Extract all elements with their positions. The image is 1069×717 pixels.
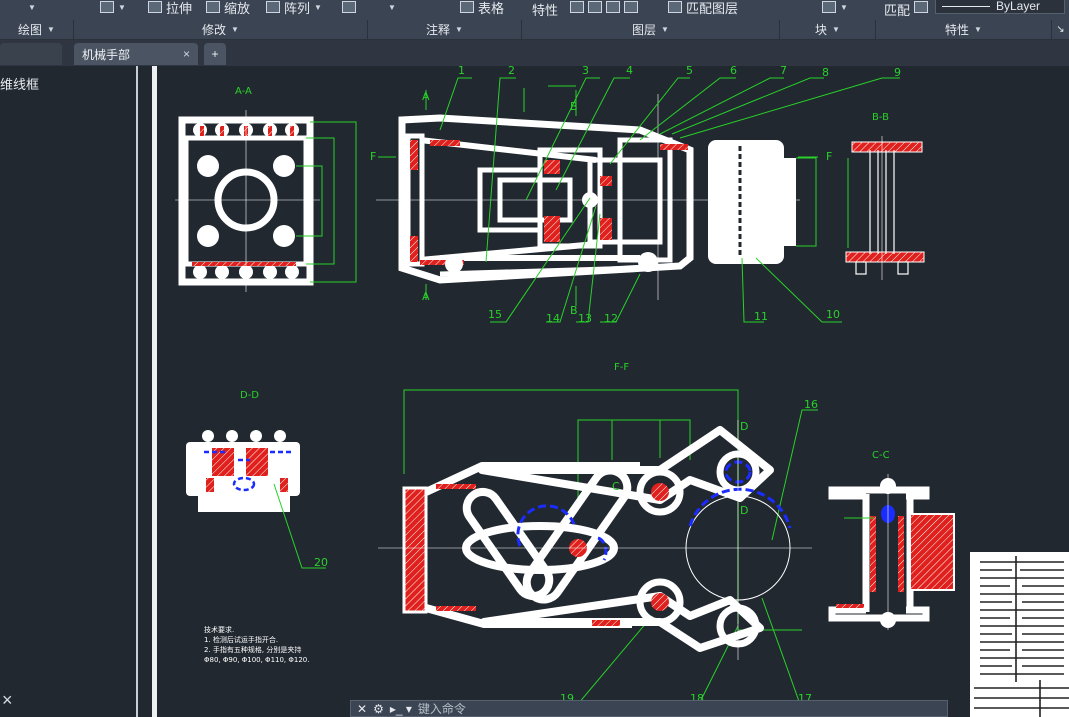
- marker-b-top: B: [570, 100, 578, 113]
- draw-dropdown-caret[interactable]: ▼: [28, 0, 36, 16]
- panel-block[interactable]: 块 ▼: [780, 20, 876, 39]
- command-prompt-icon[interactable]: ▸_ ▾: [390, 702, 412, 716]
- document-tab-bar: 机械手部 × +: [0, 40, 1069, 66]
- match-layer-icon: [668, 1, 682, 13]
- balloon-9: 9: [894, 66, 901, 79]
- section-label-d-d: D-D: [240, 390, 259, 401]
- stretch-icon: [148, 1, 162, 13]
- properties-button[interactable]: 特性: [532, 0, 558, 18]
- section-label-c-c: C-C: [872, 450, 890, 461]
- close-icon[interactable]: ×: [2, 690, 13, 711]
- marker-a-bottom: A: [422, 290, 430, 303]
- viewport-divider: [152, 66, 157, 717]
- section-label-a-a: A-A: [235, 86, 252, 97]
- view-b-b: B-B: [845, 112, 925, 280]
- marker-d-top: D: [740, 420, 748, 433]
- balloon-14: 14: [546, 312, 560, 325]
- marker-b-bottom: B: [570, 304, 578, 317]
- drawing-canvas[interactable]: A-A A A B B F F 1 2 3 4 5 6 7 8 9 15 14 …: [158, 66, 1069, 717]
- left-side-panel: 维线框 ×: [0, 66, 138, 717]
- table-button[interactable]: 表格: [460, 0, 504, 16]
- notes-title: 技术要求.: [204, 625, 234, 634]
- tab-start[interactable]: [0, 43, 62, 65]
- layer-lock-icon: [624, 1, 638, 13]
- balloon-12: 12: [604, 312, 618, 325]
- balloon-11: 11: [754, 310, 768, 323]
- view-top-main: A A B B F F 1 2 3 4 5 6 7 8 9 15 14 13 1…: [370, 66, 901, 325]
- view-a-a: A-A: [175, 86, 357, 292]
- offset-button[interactable]: [342, 0, 356, 16]
- section-label-f-f: F-F: [614, 362, 629, 373]
- balloon-10: 10: [826, 308, 840, 321]
- balloon-20: 20: [314, 556, 328, 569]
- section-label-b-b: B-B: [872, 112, 889, 123]
- balloon-15: 15: [488, 308, 502, 321]
- linetype-sample: [942, 5, 990, 7]
- balloon-1: 1: [458, 66, 465, 77]
- wrench-icon[interactable]: ⚙: [373, 702, 384, 716]
- marker-f-left: F: [370, 150, 376, 163]
- panel-draw[interactable]: 绘图 ▼: [0, 20, 74, 39]
- panel-annotate[interactable]: 注释 ▼: [368, 20, 522, 39]
- layer-iso-icon: [588, 1, 602, 13]
- panel-layers[interactable]: 图层 ▼: [522, 20, 780, 39]
- note-line-1: 1. 检测后试运手指开合.: [204, 635, 278, 644]
- lineweight-list-icon: [914, 1, 928, 13]
- close-icon[interactable]: ×: [183, 47, 190, 61]
- annotate-dropdown-caret[interactable]: ▼: [388, 0, 396, 16]
- modify-tool-icon[interactable]: ▼: [100, 0, 126, 16]
- match-layer-button[interactable]: 匹配图层: [668, 0, 738, 16]
- panel-properties[interactable]: 特性 ▼: [876, 20, 1052, 39]
- marker-f-right: F: [826, 150, 832, 163]
- marker-d-mid: D: [740, 504, 748, 517]
- scale-button[interactable]: 缩放: [206, 0, 250, 16]
- marker-c: C: [612, 480, 620, 493]
- note-line-2: 2. 手指有五种规格, 分别是夹持: [204, 645, 301, 654]
- visual-style-label[interactable]: 维线框: [0, 74, 39, 93]
- balloon-5: 5: [686, 66, 693, 77]
- balloon-2: 2: [508, 66, 515, 77]
- offset-icon: [342, 1, 356, 13]
- match-properties-button[interactable]: 匹配: [884, 0, 910, 18]
- balloon-13: 13: [578, 312, 592, 325]
- title-block: [970, 552, 1069, 717]
- technical-notes: 技术要求. 1. 检测后试运手指开合. 2. 手指有五种规格, 分别是夹持 Φ8…: [204, 625, 309, 664]
- layer-freeze-icon: [606, 1, 620, 13]
- view-f-f: F-F C D D 16 19 18 17: [378, 362, 818, 705]
- stretch-button[interactable]: 拉伸: [148, 0, 192, 16]
- balloon-7: 7: [780, 66, 787, 77]
- panel-modify[interactable]: 修改 ▼: [74, 20, 368, 39]
- balloon-4: 4: [626, 66, 633, 77]
- command-input[interactable]: 键入命令: [418, 700, 466, 717]
- array-icon: [266, 1, 280, 13]
- balloon-6: 6: [730, 66, 737, 77]
- scale-icon: [206, 1, 220, 13]
- linetype-select[interactable]: ByLayer: [935, 0, 1065, 14]
- lineweight-icon[interactable]: [914, 0, 928, 16]
- balloon-8: 8: [822, 66, 829, 79]
- plus-icon: +: [211, 47, 219, 61]
- layer-tools[interactable]: [570, 0, 638, 16]
- balloon-16: 16: [804, 398, 818, 411]
- balloon-3: 3: [582, 66, 589, 77]
- table-icon: [460, 1, 474, 13]
- close-icon[interactable]: ✕: [357, 702, 367, 716]
- new-tab-button[interactable]: +: [204, 43, 226, 65]
- block-icon: [822, 1, 836, 13]
- view-d-d: D-D 20: [186, 390, 328, 569]
- command-line[interactable]: ✕ ⚙ ▸_ ▾ 键入命令: [350, 700, 948, 717]
- block-insert-button[interactable]: ▼: [822, 0, 848, 16]
- note-line-3: Φ80, Φ90, Φ100, Φ110, Φ120.: [204, 656, 309, 664]
- layer-state-icon: [570, 1, 584, 13]
- ribbon-overflow-arrow[interactable]: ↘: [1052, 20, 1069, 39]
- view-c-c: C-C: [828, 450, 955, 630]
- array-button[interactable]: 阵列 ▼: [266, 0, 322, 16]
- tab-document[interactable]: 机械手部 ×: [74, 43, 198, 65]
- marker-a-top: A: [422, 90, 430, 103]
- ribbon: ▼ ▼ 拉伸 缩放 阵列 ▼ ▼ 表格 特性 匹配图层 ▼ 匹配 ByLayer …: [0, 0, 1069, 40]
